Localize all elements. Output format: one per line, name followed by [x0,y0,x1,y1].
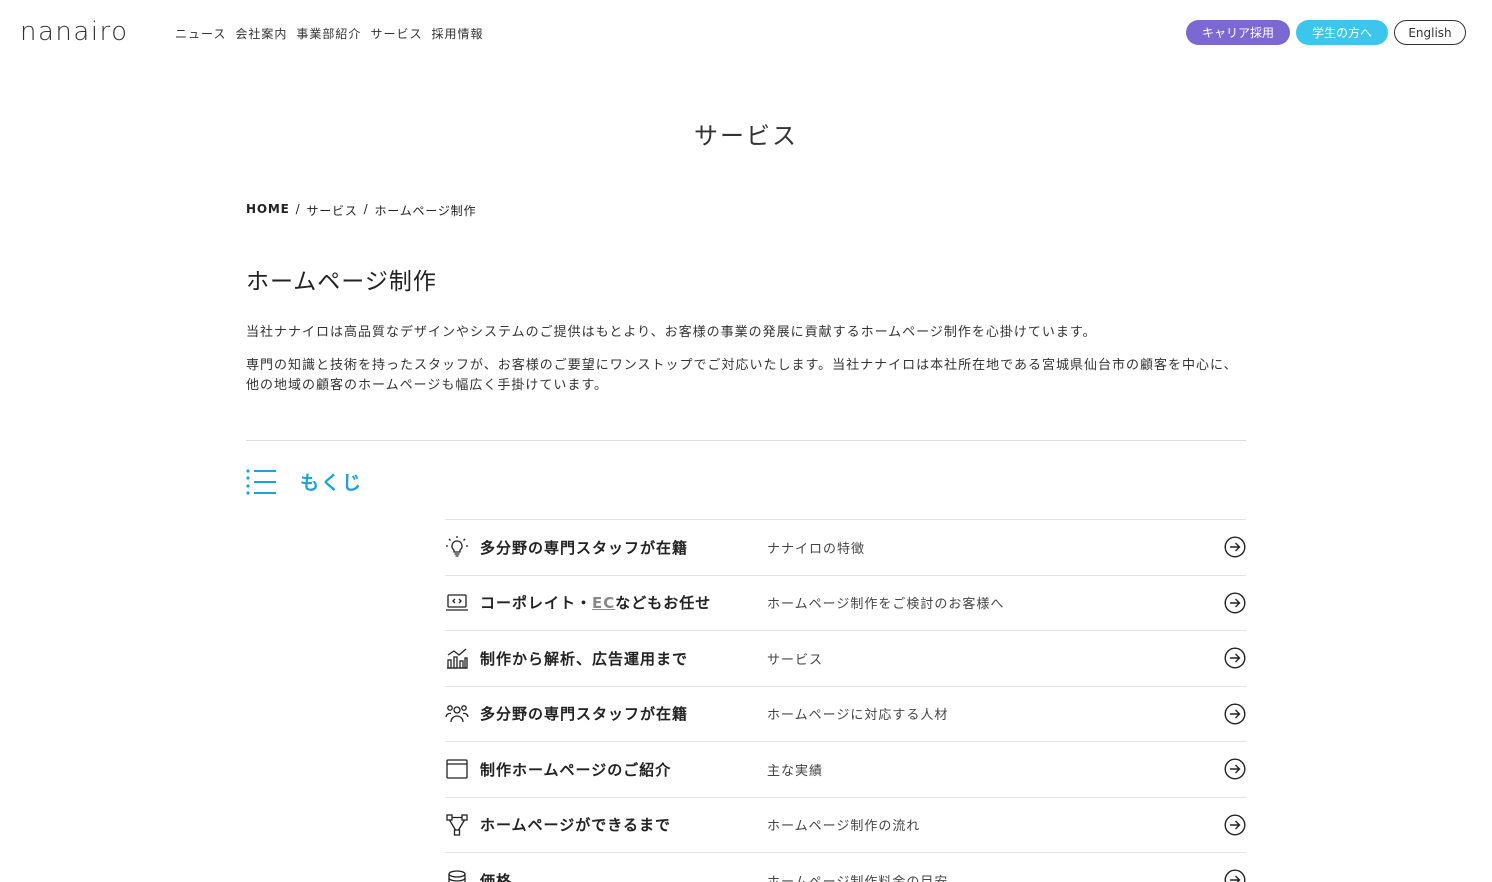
site-header: nanairo ニュース 会社案内 事業部紹介 サービス 採用情報 キャリア採用… [0,0,1492,66]
breadcrumb: HOME / サービス / ホームページ制作 [246,202,476,219]
arrow-circle-right-icon [1224,647,1246,669]
nanairo-logo[interactable]: nanairo [20,19,129,45]
list-icon [246,468,276,495]
browser-window-icon [446,759,468,779]
toc-item-price[interactable]: 価格 ホームページ制作料金の目安 [445,852,1246,882]
toc-item-title: ホームページができるまで [480,816,671,835]
career-recruit-button[interactable]: キャリア採用 [1186,20,1290,45]
lightbulb-icon [446,536,468,557]
analytics-chart-icon [447,648,468,669]
toc-item-services[interactable]: 制作から解析、広告運用まで サービス [445,630,1246,686]
arrow-circle-right-icon [1224,758,1246,780]
laptop-code-icon [446,594,468,611]
toc-item-features[interactable]: 多分野の専門スタッフが在籍 ナナイロの特徴 [445,519,1246,575]
arrow-circle-right-icon [1224,703,1246,725]
toc-item-works[interactable]: 制作ホームページのご紹介 主な実績 [445,741,1246,797]
nav-news[interactable]: ニュース [175,25,226,42]
toc-item-subtitle: ナナイロの特徴 [767,541,866,557]
toc-item-title: 多分野の専門スタッフが在籍 [480,705,689,724]
arrow-circle-right-icon [1224,592,1246,614]
ec-link[interactable]: EC [592,594,615,612]
toc-item-subtitle: ホームページに対応する人材 [767,708,949,724]
toc-item-title: 制作ホームページのご紹介 [480,760,672,779]
toc-list: 多分野の専門スタッフが在籍 ナナイロの特徴 コーポレイト・ECなどもお任せ ホー… [445,519,1246,882]
toc-item-subtitle: ホームページ制作の流れ [767,819,921,835]
coins-icon [448,870,466,882]
breadcrumb-current: ホームページ制作 [374,204,477,218]
toc-item-subtitle: サービス [767,652,824,668]
header-buttons: キャリア採用 学生の方へ English [1186,20,1466,45]
toc-item-subtitle: ホームページ制作をご検討のお客様へ [767,597,1005,613]
toc-item-flow[interactable]: ホームページができるまで ホームページ制作の流れ [445,796,1246,853]
toc-item-subtitle: ホームページ制作料金の目安 [767,871,1224,882]
article-title: ホームページ制作 [246,269,437,295]
toc-item-title: 多分野の専門スタッフが在籍 [480,538,689,557]
toc-item-corporate-ec[interactable]: コーポレイト・ECなどもお任せ ホームページ制作をご検討のお客様へ [445,574,1246,631]
team-people-icon [445,704,469,722]
intro-paragraph-1: 当社ナナイロは高品質なデザインやシステムのご提供はもとより、お客様の事業の発展に… [246,325,1097,340]
toc-item-title: コーポレイト・ECなどもお任せ [480,594,712,613]
toc-item-subtitle: 主な実績 [767,763,824,779]
toc-item-title: 制作から解析、広告運用まで [480,649,689,668]
nav-service[interactable]: サービス [370,25,422,42]
breadcrumb-service[interactable]: サービス [306,202,357,219]
nav-divisions[interactable]: 事業部紹介 [296,25,361,42]
page-heading: サービス [694,122,798,150]
global-nav: ニュース 会社案内 事業部紹介 サービス 採用情報 [175,25,483,42]
students-button[interactable]: 学生の方へ [1296,20,1388,45]
arrow-circle-right-icon [1224,869,1246,882]
breadcrumb-separator: / [363,202,369,216]
breadcrumb-separator: / [295,202,301,216]
toc-heading: もくじ [246,468,363,495]
intro-paragraph-2: 専門の知識と技術を持ったスタッフが、お客様のご要望にワンストップでご対応いたしま… [246,358,1238,393]
nav-recruit[interactable]: 採用情報 [431,25,483,42]
section-divider [246,440,1246,441]
flow-nodes-icon [446,814,468,836]
breadcrumb-home[interactable]: HOME [246,202,290,219]
english-button[interactable]: English [1394,20,1466,45]
arrow-circle-right-icon [1224,536,1246,558]
toc-label: もくじ [300,472,364,494]
toc-item-title: 価格 [480,871,513,882]
toc-item-staff[interactable]: 多分野の専門スタッフが在籍 ホームページに対応する人材 [445,685,1246,742]
arrow-circle-right-icon [1224,814,1246,836]
nav-company[interactable]: 会社案内 [235,25,287,42]
